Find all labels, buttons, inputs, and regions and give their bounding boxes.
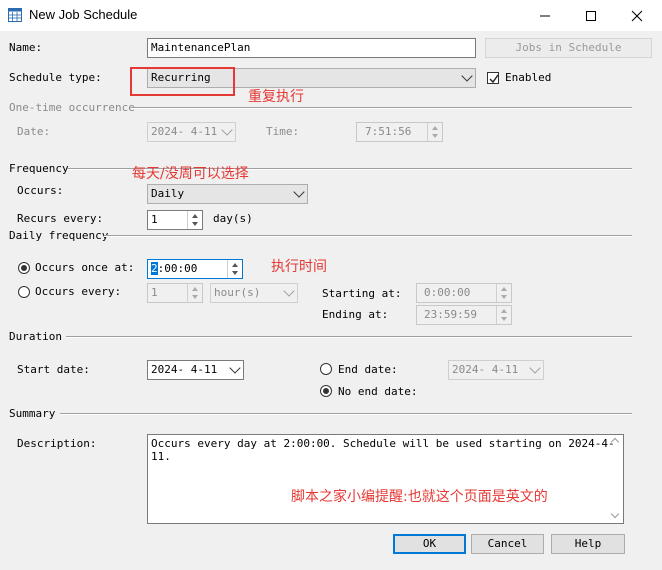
starting-at-input[interactable]: 0:00:00: [416, 283, 512, 303]
annotation-frequency: 每天/没周可以选择: [132, 166, 249, 182]
section-daily-frequency: Daily frequency: [9, 229, 109, 242]
ending-at-label: Ending at:: [322, 308, 389, 321]
occurs-select[interactable]: Daily: [147, 184, 308, 204]
description-text: Occurs every day at 2:00:00. Schedule wi…: [151, 437, 615, 463]
divider: [104, 235, 632, 237]
end-date-picker[interactable]: 2024- 4-11: [448, 360, 544, 380]
chevron-down-icon: [221, 124, 233, 136]
section-summary: Summary: [9, 407, 56, 420]
maximize-button[interactable]: [568, 0, 614, 31]
one-time-time-input[interactable]: 7:51:56: [356, 122, 443, 142]
start-date-value: 2024- 4-11: [151, 363, 218, 376]
start-date-label: Start date:: [17, 363, 90, 376]
spinner-arrows-icon[interactable]: [187, 211, 202, 229]
checkmark-icon: [489, 74, 499, 84]
ok-button[interactable]: OK: [393, 534, 466, 554]
recurs-unit-label: day(s): [213, 212, 253, 225]
starting-at-label: Starting at:: [322, 287, 402, 300]
occurs-value: Daily: [151, 187, 185, 200]
occurs-once-radio[interactable]: [18, 262, 30, 274]
ending-at-input[interactable]: 23:59:59: [416, 305, 512, 325]
spinner-arrows-icon[interactable]: [427, 123, 442, 141]
chevron-down-icon: [229, 362, 241, 374]
no-end-date-label: No end date:: [338, 385, 418, 398]
recurs-every-label: Recurs every:: [17, 212, 104, 225]
one-time-date-label: Date:: [17, 125, 51, 138]
minimize-button[interactable]: [522, 0, 568, 31]
enabled-label: Enabled: [505, 71, 552, 84]
section-frequency: Frequency: [9, 162, 69, 175]
occurs-every-radio[interactable]: [18, 286, 30, 298]
annotation-exec-time: 执行时间: [271, 259, 327, 275]
occurs-once-time-input[interactable]: 2:00:00: [147, 259, 243, 279]
no-end-date-radio[interactable]: [320, 385, 332, 397]
annotation-highlight-box: [130, 67, 235, 96]
occurs-every-label: Occurs every:: [35, 285, 122, 298]
description-label: Description:: [17, 437, 97, 450]
end-date-value: 2024- 4-11: [452, 363, 519, 376]
chevron-down-icon: [283, 285, 295, 297]
calendar-icon: [8, 8, 22, 22]
chevron-up-icon: [610, 437, 620, 447]
occurs-every-unit-select[interactable]: hour(s): [210, 283, 298, 303]
chevron-down-icon: [293, 186, 305, 198]
divider: [60, 413, 632, 415]
description-textarea[interactable]: Occurs every day at 2:00:00. Schedule wi…: [147, 434, 624, 524]
end-date-label: End date:: [338, 363, 398, 376]
chevron-down-icon: [461, 70, 473, 82]
starting-at-value: 0:00:00: [424, 286, 471, 299]
spinner-arrows-icon[interactable]: [496, 306, 511, 324]
occurs-every-unit-value: hour(s): [214, 286, 261, 299]
occurs-every-value: 1: [151, 286, 158, 299]
time-rest: :00:00: [157, 262, 198, 275]
chevron-down-icon: [529, 362, 541, 374]
occurs-every-input[interactable]: 1: [147, 283, 203, 303]
scrollbar[interactable]: [608, 435, 623, 523]
occurs-once-label: Occurs once at:: [35, 261, 135, 274]
annotation-recurring: 重复执行: [248, 89, 304, 105]
schedule-type-label: Schedule type:: [9, 71, 102, 84]
divider: [66, 336, 632, 338]
one-time-date-picker[interactable]: 2024- 4-11: [147, 122, 236, 142]
cancel-button[interactable]: Cancel: [471, 534, 544, 554]
window-title: New Job Schedule: [29, 7, 138, 22]
annotation-note: 脚本之家小编提醒:也就这个页面是英文的: [291, 489, 548, 505]
recurs-every-value: 1: [151, 213, 158, 226]
close-button[interactable]: [614, 0, 660, 31]
jobs-in-schedule-button[interactable]: Jobs in Schedule: [485, 38, 652, 58]
section-one-time: One-time occurrence: [9, 101, 135, 114]
one-time-time-label: Time:: [266, 125, 300, 138]
chevron-down-icon: [610, 509, 620, 519]
name-input[interactable]: MaintenancePlan: [147, 38, 476, 58]
time-hour-selected: 2: [151, 262, 158, 275]
spinner-arrows-icon[interactable]: [227, 260, 242, 278]
occurs-label: Occurs:: [17, 184, 64, 197]
name-label: Name:: [9, 41, 43, 54]
help-button[interactable]: Help: [551, 534, 625, 554]
one-time-time-value: 7:51:56: [365, 125, 412, 138]
one-time-date-value: 2024- 4-11: [151, 125, 218, 138]
ending-at-value: 23:59:59: [424, 308, 477, 321]
enabled-checkbox[interactable]: [487, 72, 499, 84]
spinner-arrows-icon[interactable]: [187, 284, 202, 302]
spinner-arrows-icon[interactable]: [496, 284, 511, 302]
divider: [131, 107, 632, 109]
section-duration: Duration: [9, 330, 62, 343]
end-date-radio[interactable]: [320, 363, 332, 375]
recurs-every-input[interactable]: 1: [147, 210, 203, 230]
start-date-picker[interactable]: 2024- 4-11: [147, 360, 244, 380]
